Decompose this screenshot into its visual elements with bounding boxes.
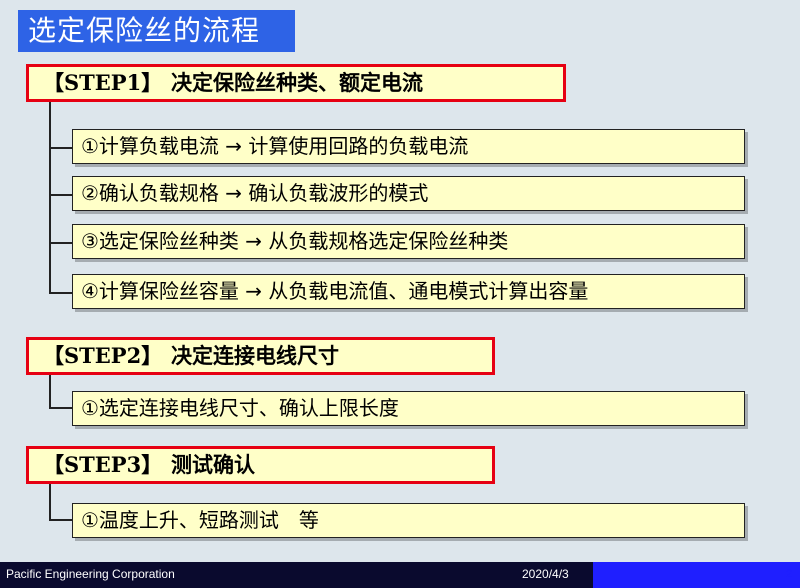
connector-branch bbox=[49, 407, 72, 409]
connector-branch bbox=[49, 292, 72, 294]
step3-text: 测试确认 bbox=[171, 452, 255, 477]
step3-tag: 【STEP3】 bbox=[43, 452, 163, 477]
company-name: Pacific Engineering Corporation bbox=[6, 567, 175, 581]
slide-title: 选定保险丝的流程 bbox=[18, 10, 295, 52]
step1-item-4: ④计算保险丝容量 → 从负载电流值、通电模式计算出容量 bbox=[72, 274, 745, 309]
page-number: 2 bbox=[785, 568, 792, 580]
step2-tag: 【STEP2】 bbox=[43, 343, 163, 368]
step1-box: 【STEP1】 决定保险丝种类、额定电流 bbox=[26, 64, 566, 102]
step1-connector-line bbox=[49, 102, 51, 293]
step1-text: 决定保险丝种类、额定电流 bbox=[171, 70, 423, 95]
step1-tag: 【STEP1】 bbox=[43, 70, 163, 95]
step3-box: 【STEP3】 测试确认 bbox=[26, 446, 495, 484]
connector-branch bbox=[49, 519, 72, 521]
footer-bar: Pacific Engineering Corporation 2020/4/3… bbox=[0, 562, 800, 588]
step3-item-1: ①温度上升、短路测试 等 bbox=[72, 503, 745, 538]
page-number-box: 2 bbox=[593, 562, 800, 588]
step2-box: 【STEP2】 决定连接电线尺寸 bbox=[26, 337, 495, 375]
connector-branch bbox=[49, 194, 72, 196]
step3-connector-line bbox=[49, 484, 51, 520]
step2-connector-line bbox=[49, 375, 51, 408]
step1-item-2: ②确认负载规格 → 确认负载波形的模式 bbox=[72, 176, 745, 211]
connector-branch bbox=[49, 147, 72, 149]
step2-text: 决定连接电线尺寸 bbox=[171, 343, 339, 368]
slide-date: 2020/4/3 bbox=[522, 567, 569, 581]
connector-branch bbox=[49, 242, 72, 244]
step1-item-3: ③选定保险丝种类 → 从负载规格选定保险丝种类 bbox=[72, 224, 745, 259]
step1-item-1: ①计算负载电流 → 计算使用回路的负载电流 bbox=[72, 129, 745, 164]
step2-item-1: ①选定连接电线尺寸、确认上限长度 bbox=[72, 391, 745, 426]
